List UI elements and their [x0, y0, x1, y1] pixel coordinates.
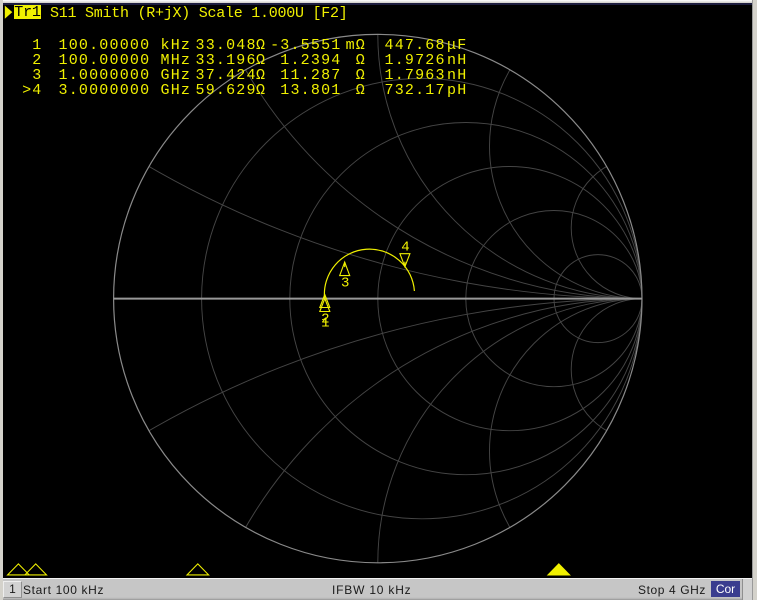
svg-text:1: 1 — [321, 316, 329, 332]
svg-text:4: 4 — [401, 240, 409, 256]
svg-text:3: 3 — [341, 276, 349, 292]
